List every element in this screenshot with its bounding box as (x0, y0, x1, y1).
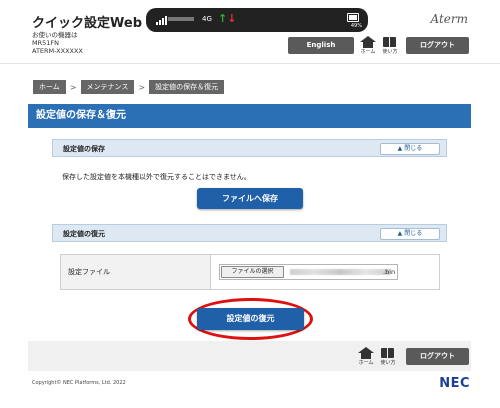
device-label: お使いの機器は (32, 31, 78, 39)
footer-home-button[interactable]: ホーム (356, 347, 376, 366)
english-button[interactable]: English (288, 37, 354, 54)
device-id: ATERM-XXXXXX (32, 47, 83, 55)
footer-home-label: ホーム (358, 360, 374, 366)
breadcrumb-separator: > (138, 82, 146, 92)
footer-logout-button[interactable]: ログアウト (406, 348, 469, 365)
setting-file-label: 設定ファイル (68, 268, 110, 276)
help-label: 使い方 (382, 49, 398, 55)
close-label: 閉じる (404, 145, 423, 152)
file-name-redacted (290, 269, 390, 275)
logout-button[interactable]: ログアウト (406, 37, 469, 54)
status-bar: 4G ↑↓ 2/16 49% (146, 8, 487, 32)
save-section-close-button[interactable]: ▲ 閉じる (380, 143, 440, 155)
page-title: 設定値の保存＆復元 (28, 104, 471, 128)
status-date: 2/16 (474, 12, 488, 19)
breadcrumb-home[interactable]: ホーム (33, 80, 66, 94)
save-section-header: 設定値の保存 ▲ 閉じる (52, 139, 447, 157)
carrier-name-redacted (168, 17, 194, 21)
brand-logo: Aterm (430, 12, 469, 26)
copyright: Copyright© NEC Platforms, Ltd. 2022 (32, 380, 126, 386)
home-icon (356, 347, 376, 359)
restore-section-close-button[interactable]: ▲ 閉じる (380, 228, 440, 240)
network-type: 4G (202, 15, 212, 23)
save-section-title: 設定値の保存 (63, 145, 105, 153)
chevron-up-icon: ▲ (397, 145, 403, 152)
footer-help-button[interactable]: 使い方 (378, 347, 398, 366)
help-book-icon (378, 347, 398, 359)
restore-settings-button[interactable]: 設定値の復元 (197, 308, 304, 330)
help-book-icon (380, 36, 400, 48)
home-icon (358, 36, 378, 48)
home-label: ホーム (360, 49, 376, 55)
nec-logo: NEC (439, 376, 470, 391)
choose-file-button[interactable]: ファイルの選択 (221, 266, 284, 278)
app-title: クイック設定Web (32, 16, 142, 31)
footer-bar: ホーム 使い方 ログアウト (28, 341, 471, 371)
save-to-file-button[interactable]: ファイルへ保存 (197, 188, 303, 209)
breadcrumb: ホーム > メンテナンス > 設定値の保存＆復元 (33, 80, 225, 94)
restore-section-title: 設定値の復元 (63, 230, 105, 238)
home-button[interactable]: ホーム (358, 36, 378, 55)
restore-section-header: 設定値の復元 ▲ 閉じる (52, 224, 447, 242)
device-info: お使いの機器は MR51FN ATERM-XXXXXX (32, 31, 83, 55)
file-extension: .bin (383, 268, 396, 276)
chevron-up-icon: ▲ (397, 230, 403, 237)
data-arrows-icon: ↑↓ (218, 12, 237, 25)
breadcrumb-maintenance[interactable]: メンテナンス (80, 80, 135, 94)
breadcrumb-separator: > (69, 82, 77, 92)
battery-icon (347, 13, 359, 22)
footer-help-label: 使い方 (380, 360, 396, 366)
file-input[interactable]: ファイルの選択 .bin (219, 264, 398, 280)
breadcrumb-current: 設定値の保存＆復元 (149, 80, 225, 94)
device-model: MR51FN (32, 39, 59, 47)
signal-icon (156, 15, 168, 25)
help-button[interactable]: 使い方 (380, 36, 400, 55)
battery-percent: 49% (350, 23, 362, 29)
setting-file-row: 設定ファイル ファイルの選択 .bin (60, 254, 440, 290)
header: クイック設定Web お使いの機器は MR51FN ATERM-XXXXXX 4G… (0, 0, 500, 64)
close-label: 閉じる (404, 230, 423, 237)
save-note: 保存した設定値を本機種以外で復元することはできません。 (62, 173, 251, 181)
setting-file-label-cell: 設定ファイル (61, 255, 211, 289)
